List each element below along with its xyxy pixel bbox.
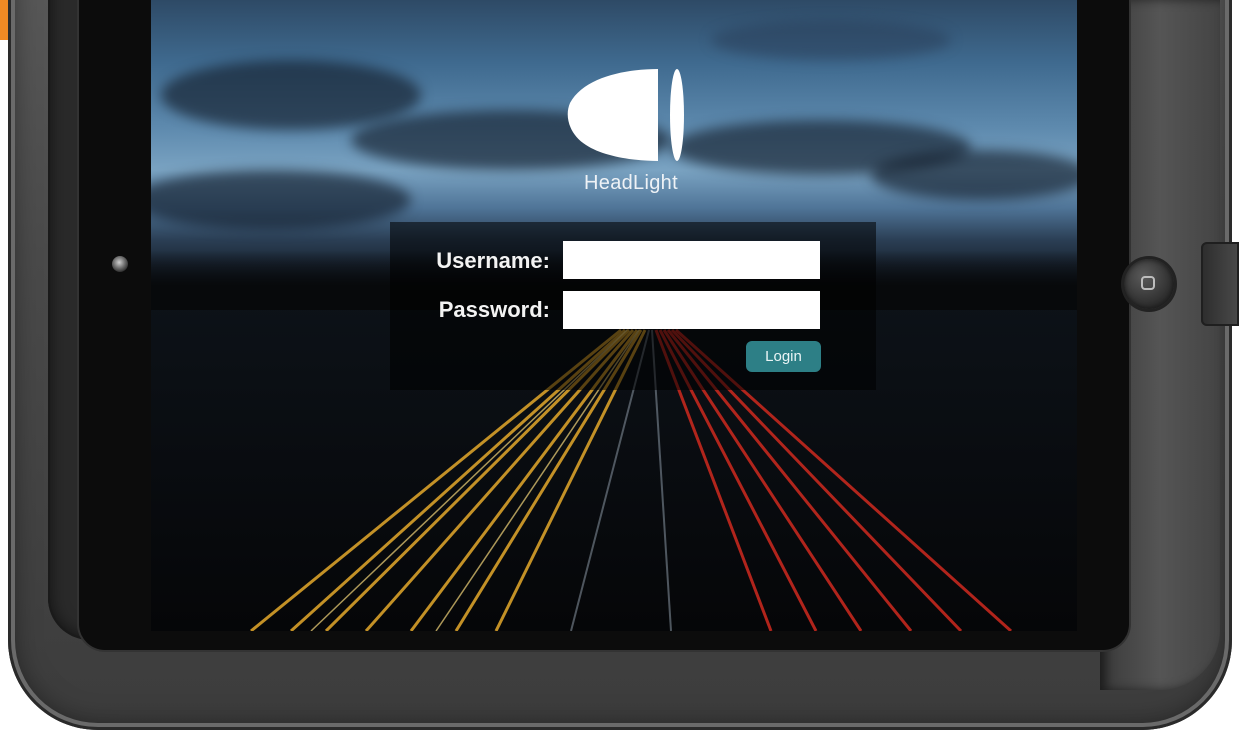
cloud — [151, 170, 411, 230]
cloud — [161, 60, 421, 130]
cloud — [711, 20, 951, 60]
front-camera-icon — [112, 256, 128, 272]
username-label: Username: — [436, 248, 550, 273]
home-button-icon — [1141, 276, 1155, 290]
login-panel: Username: Password: Login — [390, 222, 876, 390]
cloud — [871, 150, 1077, 200]
home-button[interactable] — [1124, 259, 1174, 309]
brand-name: HeadLight — [584, 172, 678, 194]
tablet-screen: HeadLight Username: Password: Login — [151, 0, 1077, 631]
password-label: Password: — [438, 297, 550, 322]
password-input[interactable] — [563, 291, 820, 329]
case-side-clip — [1201, 242, 1239, 326]
login-button[interactable]: Login — [746, 341, 821, 372]
headlight-logo-icon — [567, 69, 684, 161]
username-input[interactable] — [563, 241, 820, 279]
